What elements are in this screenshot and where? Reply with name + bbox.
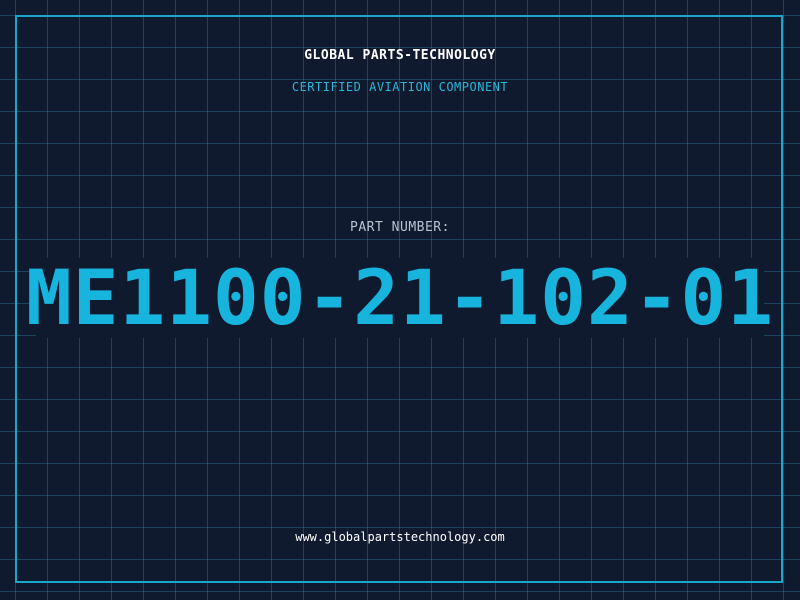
label-canvas: GLOBAL PARTS-TECHNOLOGY CERTIFIED AVIATI… xyxy=(0,0,800,600)
company-name: GLOBAL PARTS-TECHNOLOGY xyxy=(304,48,496,63)
website-url: www.globalpartstechnology.com xyxy=(295,530,505,544)
part-number-value: ME1100-21-102-01 xyxy=(25,253,775,342)
certification-subtitle: CERTIFIED AVIATION COMPONENT xyxy=(291,80,509,94)
part-number-label: PART NUMBER: xyxy=(350,220,450,235)
